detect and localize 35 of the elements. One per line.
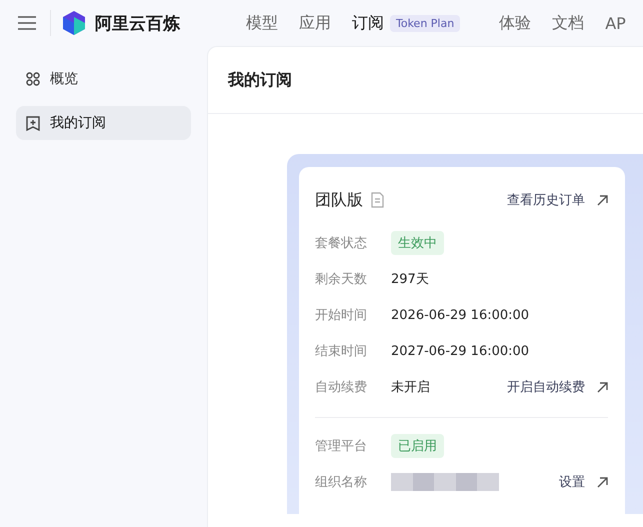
field-label: 自动续费 <box>315 379 368 396</box>
plan-title: 团队版 <box>315 190 363 210</box>
nav-tab[interactable]: 应用 <box>299 12 331 34</box>
field-value: 2027-06-29 16:00:00 <box>391 344 530 358</box>
brand-name: 阿里云百炼 <box>95 12 180 34</box>
arrow-icon[interactable] <box>597 382 608 392</box>
nav-tab[interactable]: 模型 <box>246 12 278 34</box>
status-badge: 已启用 <box>391 434 444 458</box>
status-badge: 生效中 <box>391 231 444 255</box>
field-label: 组织名称 <box>315 474 368 491</box>
field-label: 剩余天数 <box>315 271 368 288</box>
page-title: 我的订阅 <box>228 70 292 90</box>
plan-badge: Token Plan <box>390 14 460 32</box>
field-label: 结束时间 <box>315 343 368 360</box>
action-link[interactable]: 开启自动续费 <box>507 378 585 396</box>
menu-icon[interactable] <box>18 16 36 30</box>
nav-tab[interactable]: AP <box>605 14 626 32</box>
nav-tab[interactable]: 体验 <box>499 12 532 34</box>
sidebar-item[interactable]: 我的订阅 <box>16 106 191 140</box>
sidebar-item[interactable]: 概览 <box>16 62 191 96</box>
field-value: 未开启 <box>391 379 430 396</box>
field-label: 开始时间 <box>315 307 368 324</box>
arrow-icon[interactable] <box>597 194 608 206</box>
arrow-icon[interactable] <box>597 476 608 488</box>
logo-icon <box>63 11 85 35</box>
nav-tab[interactable]: 订阅 Token Plan <box>352 12 460 34</box>
nav-tab[interactable]: 文档 <box>552 12 584 34</box>
field-label: 套餐状态 <box>315 235 368 252</box>
command-icon <box>26 72 40 86</box>
field-value: 297天 <box>391 271 429 288</box>
action-link[interactable]: 设置 <box>559 473 585 491</box>
field-value: 2026-06-29 16:00:00 <box>391 308 530 322</box>
bookmark-plus-icon <box>26 116 40 130</box>
history-link[interactable]: 查看历史订单 <box>507 191 585 209</box>
field-label: 管理平台 <box>315 438 368 455</box>
